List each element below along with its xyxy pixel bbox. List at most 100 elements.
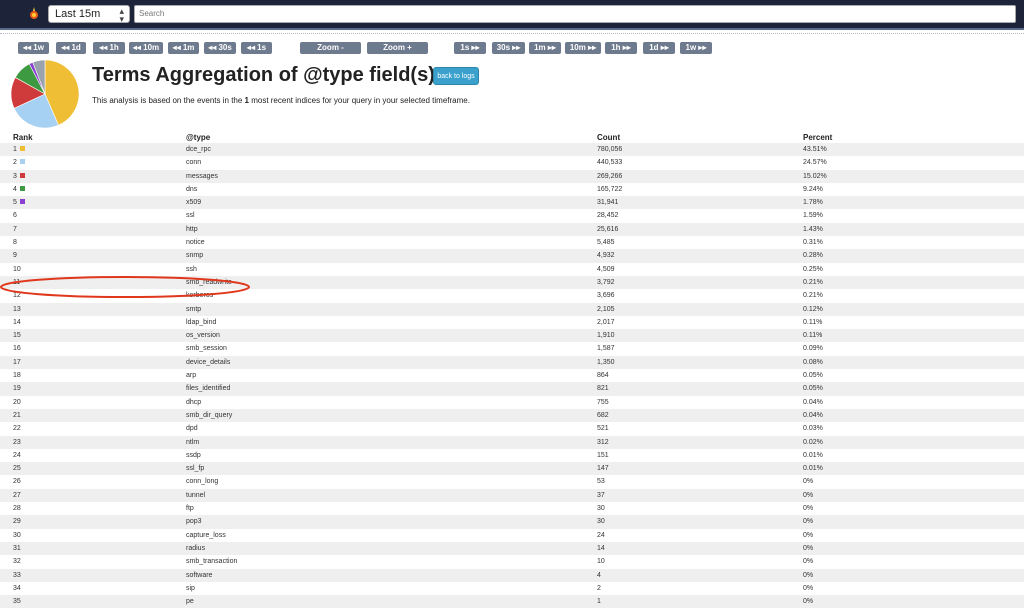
table-row[interactable]: 19 files_identified 821 0.05%	[0, 382, 1024, 396]
table-row[interactable]: 4 dns 165,722 9.24%	[0, 183, 1024, 196]
table-row[interactable]: 6 ssl 28,452 1.59%	[0, 209, 1024, 222]
column-header-type[interactable]: @type	[186, 133, 210, 142]
cell-type[interactable]: ssdp	[186, 449, 201, 462]
table-row[interactable]: 10 ssh 4,509 0.25%	[0, 263, 1024, 276]
zoom-in-button[interactable]: Zoom +	[367, 42, 428, 54]
cell-type[interactable]: snmp	[186, 249, 203, 262]
table-row[interactable]: 3 messages 269,266 15.02%	[0, 169, 1024, 183]
cell-type[interactable]: dns	[186, 183, 197, 196]
cell-type[interactable]: ssl_fp	[186, 462, 204, 475]
table-row[interactable]: 13 smtp 2,105 0.12%	[0, 302, 1024, 316]
cell-type[interactable]: arp	[186, 369, 196, 382]
table-row[interactable]: 5 x509 31,941 1.78%	[0, 196, 1024, 210]
cell-type[interactable]: pop3	[186, 515, 202, 528]
nav-back-button[interactable]: ◂◂ 1d	[56, 42, 86, 54]
table-row[interactable]: 9 snmp 4,932 0.28%	[0, 249, 1024, 263]
table-row[interactable]: 28 ftp 30 0%	[0, 502, 1024, 515]
zoom-out-button[interactable]: Zoom -	[300, 42, 361, 54]
nav-forward-button[interactable]: 1d ▸▸	[643, 42, 675, 54]
table-row[interactable]: 32 smb_transaction 10 0%	[0, 555, 1024, 568]
table-row[interactable]: 33 software 4 0%	[0, 568, 1024, 582]
nav-forward-button[interactable]: 1w ▸▸	[680, 42, 712, 54]
nav-back-button[interactable]: ◂◂ 1s	[241, 42, 272, 54]
nav-back-button[interactable]: ◂◂ 1m	[168, 42, 199, 54]
cell-type[interactable]: ftp	[186, 502, 194, 515]
table-row[interactable]: 20 dhcp 755 0.04%	[0, 396, 1024, 409]
table-row[interactable]: 34 sip 2 0%	[0, 582, 1024, 595]
cell-type[interactable]: dhcp	[186, 396, 201, 409]
cell-type[interactable]: ntlm	[186, 436, 199, 449]
cell-percent: 1.43%	[803, 225, 823, 233]
cell-percent: 0%	[803, 558, 814, 566]
table-row[interactable]: 18 arp 864 0.05%	[0, 369, 1024, 382]
rank-value: 33	[13, 571, 21, 579]
cell-type[interactable]: smb_dir_query	[186, 409, 232, 422]
table-row[interactable]: 17 device_details 1,350 0.08%	[0, 355, 1024, 370]
timeframe-select[interactable]: Last 15m ▴ ▾	[48, 5, 130, 24]
column-header-count[interactable]: Count	[597, 133, 620, 142]
search-input[interactable]: Search	[134, 5, 1016, 23]
cell-type[interactable]: ssh	[186, 263, 197, 276]
table-row[interactable]: 23 ntlm 312 0.02%	[0, 435, 1024, 449]
nav-back-button[interactable]: ◂◂ 10m	[129, 42, 163, 54]
cell-percent: 0.08%	[803, 358, 823, 366]
table-row[interactable]: 29 pop3 30 0%	[0, 515, 1024, 529]
cell-type[interactable]: notice	[186, 236, 205, 249]
cell-type[interactable]: ssl	[186, 209, 195, 222]
cell-type[interactable]: sip	[186, 582, 195, 595]
app-logo-icon[interactable]	[26, 6, 42, 22]
nav-back-button[interactable]: ◂◂ 1w	[18, 42, 49, 54]
table-row[interactable]: 11 smb_readwrite 3,792 0.21%	[0, 275, 1024, 290]
cell-type[interactable]: smb_session	[186, 342, 227, 355]
table-row[interactable]: 12 kerberos 3,696 0.21%	[0, 289, 1024, 302]
cell-type[interactable]: dpd	[186, 422, 198, 435]
table-row[interactable]: 27 tunnel 37 0%	[0, 488, 1024, 503]
nav-forward-button[interactable]: 1m ▸▸	[529, 42, 561, 54]
table-row[interactable]: 35 pe 1 0%	[0, 595, 1024, 609]
table-row[interactable]: 26 conn_long 53 0%	[0, 475, 1024, 488]
cell-type[interactable]: dce_rpc	[186, 143, 211, 156]
cell-type[interactable]: os_version	[186, 329, 220, 342]
cell-type[interactable]: kerberos	[186, 289, 213, 302]
cell-type[interactable]: software	[186, 569, 212, 582]
rank-value: 19	[13, 385, 21, 393]
cell-type[interactable]: x509	[186, 196, 201, 209]
cell-type[interactable]: pe	[186, 595, 194, 608]
table-row[interactable]: 2 conn 440,533 24.57%	[0, 156, 1024, 169]
nav-forward-button[interactable]: 1h ▸▸	[605, 42, 637, 54]
table-row[interactable]: 15 os_version 1,910 0.11%	[0, 329, 1024, 343]
table-row[interactable]: 21 smb_dir_query 682 0.04%	[0, 408, 1024, 423]
table-row[interactable]: 16 smb_session 1,587 0.09%	[0, 342, 1024, 355]
nav-forward-button[interactable]: 30s ▸▸	[492, 42, 525, 54]
cell-percent: 0.02%	[803, 438, 823, 446]
table-row[interactable]: 1 dce_rpc 780,056 43.51%	[0, 143, 1024, 157]
table-row[interactable]: 7 http 25,616 1.43%	[0, 222, 1024, 237]
cell-type[interactable]: smb_transaction	[186, 555, 237, 568]
cell-type[interactable]: device_details	[186, 356, 230, 369]
table-row[interactable]: 14 ldap_bind 2,017 0.11%	[0, 316, 1024, 329]
cell-type[interactable]: radius	[186, 542, 205, 555]
table-row[interactable]: 31 radius 14 0%	[0, 541, 1024, 556]
cell-type[interactable]: messages	[186, 170, 218, 183]
cell-type[interactable]: files_identified	[186, 382, 230, 395]
cell-type[interactable]: conn	[186, 156, 201, 169]
nav-forward-button[interactable]: 1s ▸▸	[454, 42, 486, 54]
cell-type[interactable]: tunnel	[186, 489, 205, 502]
cell-type[interactable]: smtp	[186, 303, 201, 316]
nav-back-button[interactable]: ◂◂ 1h	[93, 42, 125, 54]
nav-forward-button[interactable]: 10m ▸▸	[565, 42, 601, 54]
cell-type[interactable]: capture_loss	[186, 529, 226, 542]
cell-type[interactable]: conn_long	[186, 475, 218, 488]
table-row[interactable]: 8 notice 5,485 0.31%	[0, 236, 1024, 249]
back-to-logs-button[interactable]: back to logs	[433, 67, 479, 85]
cell-type[interactable]: http	[186, 223, 198, 236]
cell-type[interactable]: ldap_bind	[186, 316, 216, 329]
column-header-rank[interactable]: Rank	[13, 133, 33, 142]
table-row[interactable]: 24 ssdp 151 0.01%	[0, 449, 1024, 462]
nav-back-button[interactable]: ◂◂ 30s	[204, 42, 236, 54]
column-header-percent[interactable]: Percent	[803, 133, 832, 142]
table-row[interactable]: 22 dpd 521 0.03%	[0, 422, 1024, 435]
cell-type[interactable]: smb_readwrite	[186, 276, 232, 289]
table-row[interactable]: 30 capture_loss 24 0%	[0, 529, 1024, 542]
table-row[interactable]: 25 ssl_fp 147 0.01%	[0, 462, 1024, 476]
